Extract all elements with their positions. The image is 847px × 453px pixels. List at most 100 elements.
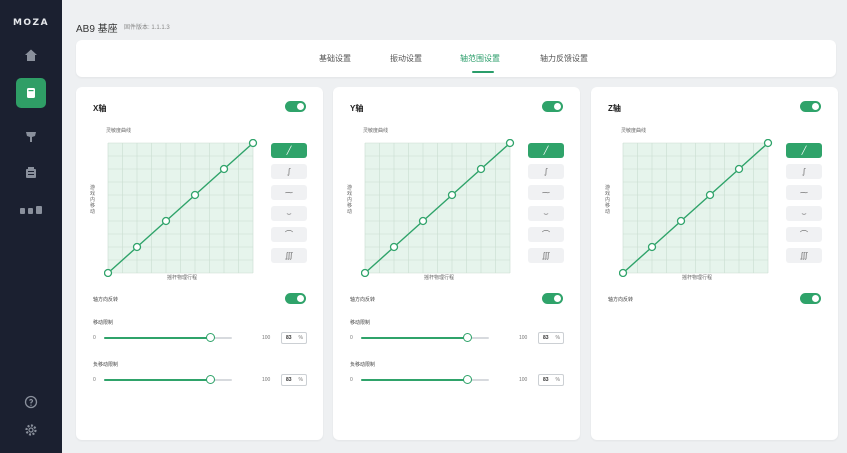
settings-icon[interactable] (18, 417, 44, 443)
slider-fill (104, 337, 211, 339)
limit-label: 负移动限制 (93, 362, 119, 368)
s-curve-button[interactable]: ∫ (528, 164, 564, 179)
axis-reverse-toggle[interactable] (542, 293, 563, 304)
axis-enable-toggle[interactable] (800, 101, 821, 112)
wheelbase-icon[interactable] (16, 78, 46, 108)
log-curve-button[interactable]: ⌣ (271, 206, 307, 221)
limit-slider[interactable] (361, 375, 489, 384)
curve-y-axis-label: 游戏内移动 (90, 185, 96, 215)
tab-axis-range-settings[interactable]: 轴范围设置 (460, 53, 500, 64)
tab-basic-settings[interactable]: 基础设置 (319, 53, 351, 64)
limit-unit: % (555, 377, 560, 383)
slider-max-label: 100 (262, 377, 271, 383)
curve-control-point (418, 216, 428, 226)
limit-value-input[interactable]: 83% (281, 332, 307, 344)
curve-chart-label: 灵敏度曲线 (621, 128, 647, 134)
log-curve-icon: ⌣ (286, 208, 292, 218)
custom-curve-button[interactable]: ∭ (786, 248, 822, 263)
concave-curve-icon: ⌒ (285, 230, 293, 239)
exponential-curve-button[interactable]: ⁓ (528, 185, 564, 200)
slider-handle[interactable] (462, 333, 472, 342)
linear-curve-icon: ╱ (801, 146, 807, 155)
concave-curve-button[interactable]: ⌒ (528, 227, 564, 242)
dashboard-icon[interactable] (18, 160, 44, 186)
slider-min-label: 0 (93, 335, 96, 341)
limit-value-input[interactable]: 83% (538, 332, 564, 344)
steering-wheel-icon[interactable] (18, 123, 44, 149)
curve-control-point (389, 242, 399, 252)
log-curve-button[interactable]: ⌣ (528, 206, 564, 221)
slider-fill (104, 379, 211, 381)
slider-max-label: 100 (519, 335, 528, 341)
custom-curve-icon: ∭ (799, 251, 809, 260)
exponential-curve-button[interactable]: ⁓ (786, 185, 822, 200)
tab-axis-force-feedback-settings[interactable]: 轴力反馈设置 (540, 53, 588, 64)
axis-reverse-toggle[interactable] (800, 293, 821, 304)
custom-curve-icon: ∭ (284, 251, 294, 260)
axis-enable-toggle[interactable] (285, 101, 306, 112)
home-icon[interactable] (18, 42, 44, 68)
curve-control-point (734, 164, 744, 174)
log-curve-icon: ⌣ (543, 208, 549, 218)
axis-reverse-label: 轴方向反转 (608, 297, 634, 303)
curve-chart-label: 灵敏度曲线 (106, 128, 132, 134)
exponential-curve-button[interactable]: ⁓ (271, 185, 307, 200)
linear-curve-button[interactable]: ╱ (271, 143, 307, 158)
slider-handle[interactable] (462, 375, 472, 384)
slider-min-label: 0 (350, 377, 353, 383)
curve-control-point (705, 190, 715, 200)
limit-value-input[interactable]: 83% (538, 374, 564, 386)
limit-label: 移动限制 (93, 320, 114, 326)
sensitivity-curve-chart[interactable] (361, 139, 516, 277)
sensitivity-curve-chart[interactable] (104, 139, 259, 277)
s-curve-button[interactable]: ∫ (786, 164, 822, 179)
axis-panel-2: Z轴 灵敏度曲线 游戏内移动 摇杆物理行程 ╱ ∫ ⁓ ⌣ ⌒ ∭ 轴方向反转 (591, 87, 838, 440)
custom-curve-button[interactable]: ∭ (271, 248, 307, 263)
linear-curve-button[interactable]: ╱ (786, 143, 822, 158)
slider-min-label: 0 (93, 377, 96, 383)
linear-curve-icon: ╱ (543, 146, 549, 155)
concave-curve-button[interactable]: ⌒ (786, 227, 822, 242)
slider-max-label: 100 (262, 335, 271, 341)
curve-control-point (619, 268, 628, 277)
help-icon[interactable] (18, 389, 44, 415)
curve-control-point (505, 139, 515, 148)
curve-control-point (447, 190, 457, 200)
limit-unit: % (555, 335, 560, 341)
limit-value-input[interactable]: 83% (281, 374, 307, 386)
s-curve-button[interactable]: ∫ (271, 164, 307, 179)
axis-enable-toggle[interactable] (542, 101, 563, 112)
axis-reverse-label: 轴方向反转 (350, 297, 376, 303)
tab-vibration-settings[interactable]: 振动设置 (390, 53, 422, 64)
limit-slider[interactable] (361, 333, 489, 342)
limit-unit: % (298, 377, 303, 383)
limit-value: 83 (543, 377, 549, 383)
limit-value: 83 (286, 335, 292, 341)
sidebar: MOZA (0, 0, 62, 453)
log-curve-button[interactable]: ⌣ (786, 206, 822, 221)
limit-slider[interactable] (104, 333, 232, 342)
axis-reverse-label: 轴方向反转 (93, 297, 119, 303)
curve-control-point (104, 268, 113, 277)
axis-panel-1: Y轴 灵敏度曲线 游戏内移动 摇杆物理行程 ╱ ∫ ⁓ ⌣ ⌒ ∭ 轴方向反转 移动限制 0 100 83%… (333, 87, 580, 440)
limit-value: 83 (286, 377, 292, 383)
pedals-icon[interactable] (17, 197, 45, 223)
slider-max-label: 100 (519, 377, 528, 383)
exponential-curve-icon: ⁓ (285, 188, 293, 197)
concave-curve-button[interactable]: ⌒ (271, 227, 307, 242)
limit-label: 负移动限制 (350, 362, 376, 368)
sensitivity-curve-chart[interactable] (619, 139, 774, 277)
curve-control-point (676, 216, 686, 226)
axis-reverse-toggle[interactable] (285, 293, 306, 304)
moza-logo: MOZA (12, 18, 50, 28)
s-curve-icon: ∫ (543, 167, 549, 176)
slider-handle[interactable] (205, 375, 215, 384)
linear-curve-button[interactable]: ╱ (528, 143, 564, 158)
custom-curve-button[interactable]: ∭ (528, 248, 564, 263)
curve-control-point (647, 242, 657, 252)
limit-slider[interactable] (104, 375, 232, 384)
axis-title: Z轴 (608, 104, 621, 113)
curve-control-point (248, 139, 258, 148)
slider-handle[interactable] (205, 333, 215, 342)
curve-control-point (190, 190, 200, 200)
